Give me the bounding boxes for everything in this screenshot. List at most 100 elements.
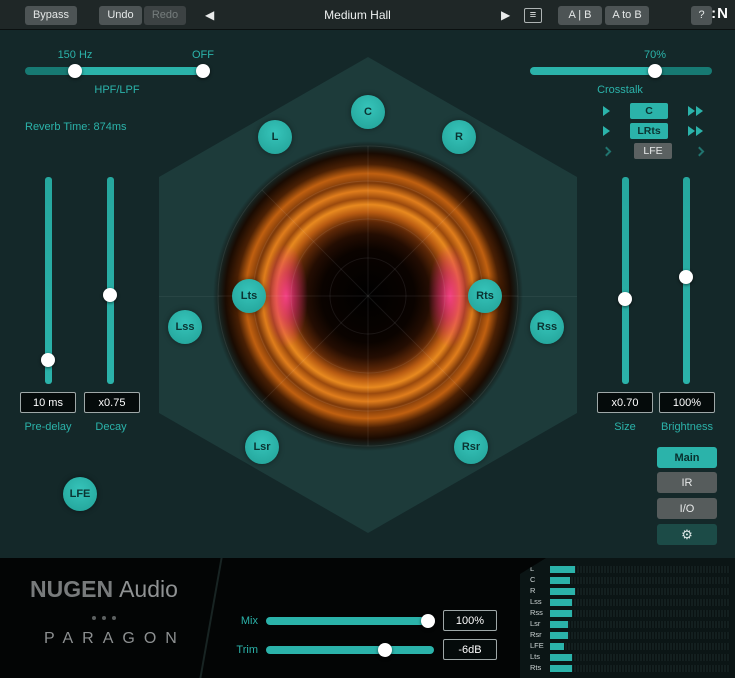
meter-row: Rts bbox=[530, 663, 730, 673]
meter-level-bar bbox=[550, 654, 572, 661]
meter-level-bar bbox=[550, 665, 572, 672]
trim-slider-handle[interactable] bbox=[378, 643, 392, 657]
channel-node-r[interactable]: R bbox=[442, 120, 476, 154]
meter-channel-label: Rsr bbox=[530, 630, 550, 640]
output-meters: L C R Lss Rss Lsr Rsr LFE Lts Rts bbox=[520, 558, 735, 678]
lfe-node[interactable]: LFE bbox=[63, 477, 97, 511]
channel-label: Lts bbox=[241, 290, 258, 302]
channel-node-lts[interactable]: Lts bbox=[232, 279, 266, 313]
routing-row-lrts: LRts bbox=[603, 122, 703, 140]
next-preset-icon[interactable]: ▶ bbox=[501, 7, 510, 23]
chevron-right-icon[interactable] bbox=[603, 106, 610, 116]
preset-list-icon[interactable]: ≡ bbox=[524, 8, 542, 23]
reverb-time-readout: Reverb Time: 874ms bbox=[25, 121, 126, 133]
chevron-outline-right-icon[interactable] bbox=[602, 146, 612, 156]
channel-label: Rss bbox=[537, 321, 557, 333]
ir-page-button[interactable]: IR bbox=[657, 472, 717, 493]
preset-name[interactable]: Medium Hall bbox=[240, 8, 475, 22]
channel-node-rss[interactable]: Rss bbox=[530, 310, 564, 344]
brightness-fader-handle[interactable] bbox=[679, 270, 693, 284]
size-fader-handle[interactable] bbox=[618, 292, 632, 306]
routing-lfe-button[interactable]: LFE bbox=[634, 143, 672, 159]
routing-c-button[interactable]: C bbox=[630, 103, 668, 119]
predelay-value[interactable]: 10 ms bbox=[20, 392, 76, 413]
decay-fader-track[interactable] bbox=[107, 177, 114, 384]
brightness-value[interactable]: 100% bbox=[659, 392, 715, 413]
meter-channel-label: Lss bbox=[530, 597, 550, 607]
double-chevron-right-icon[interactable] bbox=[688, 126, 703, 136]
nugen-logo: :N bbox=[711, 5, 729, 22]
decay-fader-handle[interactable] bbox=[103, 288, 117, 302]
decay-fader[interactable] bbox=[103, 177, 117, 384]
paragon-plugin-window: Bypass Undo Redo ◀ Medium Hall ▶ ≡ A | B… bbox=[0, 0, 735, 678]
trim-slider-track[interactable] bbox=[266, 646, 434, 654]
mix-slider-track[interactable] bbox=[266, 617, 434, 625]
trim-value[interactable]: -6dB bbox=[443, 639, 497, 660]
brand-wordmark: NUGENAudio bbox=[30, 576, 178, 603]
channel-label: C bbox=[364, 106, 372, 118]
help-button[interactable]: ? bbox=[691, 6, 712, 25]
a-to-b-button[interactable]: A to B bbox=[605, 6, 649, 25]
brightness-fader[interactable] bbox=[679, 177, 693, 384]
channel-node-lsr[interactable]: Lsr bbox=[245, 430, 279, 464]
channel-node-rts[interactable]: Rts bbox=[468, 279, 502, 313]
channel-label: LFE bbox=[70, 488, 91, 500]
hpf-lpf-slider-track[interactable] bbox=[25, 67, 210, 75]
channel-label: Rsr bbox=[462, 441, 480, 453]
meter-channel-label: Rts bbox=[530, 663, 550, 673]
main-page-button[interactable]: Main bbox=[657, 447, 717, 468]
size-value[interactable]: x0.70 bbox=[597, 392, 653, 413]
redo-button[interactable]: Redo bbox=[144, 6, 186, 25]
hpf-lpf-slider[interactable] bbox=[25, 65, 210, 77]
mix-slider-handle[interactable] bbox=[421, 614, 435, 628]
meter-track bbox=[550, 621, 730, 628]
meter-level-bar bbox=[550, 599, 572, 606]
crosstalk-slider-track[interactable] bbox=[530, 67, 712, 75]
gear-icon: ⚙ bbox=[681, 527, 693, 542]
meter-row: C bbox=[530, 575, 730, 585]
meter-channel-label: C bbox=[530, 575, 550, 585]
meter-row: LFE bbox=[530, 641, 730, 651]
crosstalk-label: Crosstalk bbox=[570, 84, 670, 96]
meter-channel-label: Lsr bbox=[530, 619, 550, 629]
size-fader[interactable] bbox=[618, 177, 632, 384]
crosstalk-slider-handle[interactable] bbox=[648, 64, 662, 78]
previous-preset-icon[interactable]: ◀ bbox=[205, 7, 214, 23]
meter-row: R bbox=[530, 586, 730, 596]
lpf-value: OFF bbox=[178, 49, 228, 61]
io-page-button[interactable]: I/O bbox=[657, 498, 717, 519]
meter-track bbox=[550, 665, 730, 672]
channel-node-rsr[interactable]: Rsr bbox=[454, 430, 488, 464]
channel-node-c[interactable]: C bbox=[351, 95, 385, 129]
crosstalk-slider[interactable] bbox=[530, 65, 712, 77]
meter-level-bar bbox=[550, 566, 575, 573]
meter-track bbox=[550, 654, 730, 661]
predelay-fader-handle[interactable] bbox=[41, 353, 55, 367]
meter-level-bar bbox=[550, 577, 570, 584]
channel-node-l[interactable]: L bbox=[258, 120, 292, 154]
ab-compare-button[interactable]: A | B bbox=[558, 6, 602, 25]
lpf-slider-handle[interactable] bbox=[196, 64, 210, 78]
channel-label: Lsr bbox=[253, 441, 270, 453]
channel-node-lss[interactable]: Lss bbox=[168, 310, 202, 344]
chevron-right-icon[interactable] bbox=[603, 126, 610, 136]
crosstalk-value: 70% bbox=[630, 49, 680, 61]
hpf-slider-handle[interactable] bbox=[68, 64, 82, 78]
meter-level-bar bbox=[550, 610, 572, 617]
mix-value[interactable]: 100% bbox=[443, 610, 497, 631]
meter-track bbox=[550, 632, 730, 639]
routing-lrts-button[interactable]: LRts bbox=[630, 123, 668, 139]
brand-secondary: Audio bbox=[119, 576, 178, 602]
settings-button[interactable]: ⚙ bbox=[657, 524, 717, 545]
double-chevron-right-icon[interactable] bbox=[688, 106, 703, 116]
brightness-label: Brightness bbox=[647, 421, 727, 433]
decay-value[interactable]: x0.75 bbox=[84, 392, 140, 413]
chevron-outline-right-icon[interactable] bbox=[695, 146, 705, 156]
meter-row: Lss bbox=[530, 597, 730, 607]
size-fader-track[interactable] bbox=[622, 177, 629, 384]
bypass-button[interactable]: Bypass bbox=[25, 6, 77, 25]
predelay-fader[interactable] bbox=[41, 177, 55, 384]
meter-level-bar bbox=[550, 643, 564, 650]
meter-level-bar bbox=[550, 632, 568, 639]
undo-button[interactable]: Undo bbox=[99, 6, 142, 25]
